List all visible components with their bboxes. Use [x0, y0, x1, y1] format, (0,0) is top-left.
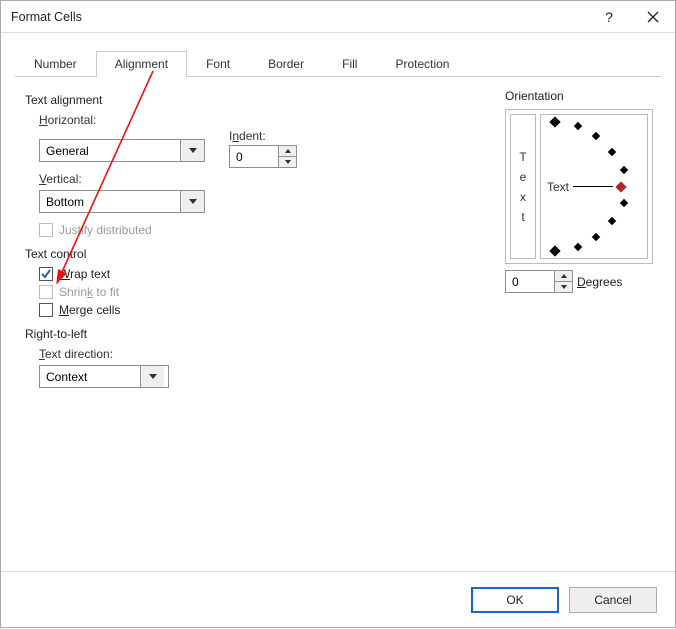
chevron-up-icon	[561, 274, 567, 278]
degrees-down[interactable]	[555, 281, 572, 292]
indent-value[interactable]	[230, 146, 278, 167]
merge-cells-label[interactable]: Merge cells	[59, 303, 120, 317]
horizontal-value[interactable]	[40, 140, 180, 161]
tabstrip: Number Alignment Font Border Fill Protec…	[15, 51, 661, 77]
vertical-value[interactable]	[40, 191, 180, 212]
check-icon	[41, 269, 51, 279]
merge-cells-checkbox[interactable]	[39, 303, 53, 317]
label-text-direction: Text direction:	[39, 347, 651, 361]
group-rtl: Right-to-left	[25, 327, 651, 341]
degrees-up[interactable]	[555, 271, 572, 281]
orientation-label: Orientation	[505, 89, 653, 103]
chevron-down-icon	[149, 374, 157, 379]
tab-border[interactable]: Border	[249, 51, 323, 77]
vertical-dropdown-button[interactable]	[180, 191, 204, 212]
degrees-spinner[interactable]	[505, 270, 573, 293]
close-button[interactable]	[631, 1, 675, 33]
wrap-text-label[interactable]: Wrap text	[59, 267, 110, 281]
indent-down[interactable]	[279, 156, 296, 167]
chevron-down-icon	[189, 199, 197, 204]
tab-fill[interactable]: Fill	[323, 51, 376, 77]
text-direction-combo[interactable]	[39, 365, 169, 388]
orientation-dial-line	[573, 186, 613, 187]
orientation-panel: T e x t Text	[505, 109, 653, 264]
orientation-dial-handle[interactable]	[615, 181, 626, 192]
chevron-down-icon	[189, 148, 197, 153]
orientation-vertical-text[interactable]: T e x t	[510, 114, 536, 259]
wrap-text-checkbox[interactable]	[39, 267, 53, 281]
orientation-dial[interactable]: Text	[540, 114, 648, 259]
titlebar: Format Cells ?	[1, 1, 675, 33]
label-indent: Indent:	[229, 129, 297, 143]
shrink-to-fit-label: Shrink to fit	[59, 285, 119, 299]
help-button[interactable]: ?	[587, 1, 631, 33]
group-orientation: Orientation T e x t Text	[505, 89, 653, 293]
close-icon	[647, 11, 659, 23]
cancel-button[interactable]: Cancel	[569, 587, 657, 613]
text-direction-dropdown-button[interactable]	[140, 366, 164, 387]
chevron-down-icon	[285, 160, 291, 164]
degrees-label: Degrees	[577, 275, 622, 289]
horizontal-dropdown-button[interactable]	[180, 140, 204, 161]
chevron-down-icon	[561, 285, 567, 289]
indent-spinner[interactable]	[229, 145, 297, 168]
justify-distributed-label: Justify distributed	[59, 223, 152, 237]
vertical-combo[interactable]	[39, 190, 205, 213]
ok-button[interactable]: OK	[471, 587, 559, 613]
tab-number[interactable]: Number	[15, 51, 96, 77]
tab-alignment[interactable]: Alignment	[96, 51, 187, 77]
orientation-dial-label: Text	[547, 180, 569, 194]
tab-protection[interactable]: Protection	[376, 51, 468, 77]
chevron-up-icon	[285, 149, 291, 153]
tab-font[interactable]: Font	[187, 51, 249, 77]
text-direction-value[interactable]	[40, 366, 140, 387]
indent-up[interactable]	[279, 146, 296, 156]
horizontal-combo[interactable]	[39, 139, 205, 162]
window-title: Format Cells	[11, 10, 587, 24]
button-bar: OK Cancel	[1, 571, 675, 627]
shrink-to-fit-checkbox	[39, 285, 53, 299]
justify-distributed-checkbox	[39, 223, 53, 237]
degrees-value[interactable]	[506, 271, 554, 292]
